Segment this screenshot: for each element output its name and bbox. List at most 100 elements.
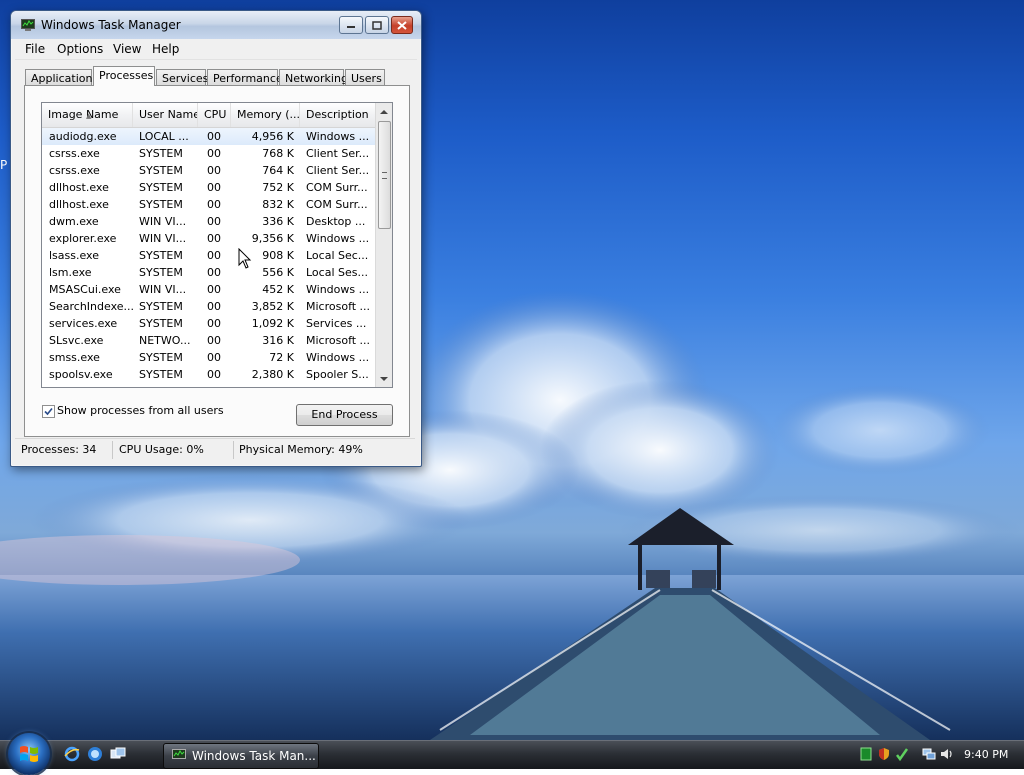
row-cpu: 00 xyxy=(207,147,221,160)
show-all-users-label[interactable]: Show processes from all users xyxy=(57,404,224,417)
menu-help[interactable]: Help xyxy=(152,42,179,56)
end-process-button[interactable]: End Process xyxy=(296,404,393,426)
menu-bar: File Options View Help xyxy=(15,39,417,60)
tab-networking[interactable]: Networking xyxy=(279,69,348,85)
table-row[interactable]: dwm.exe WIN VI... 00 336 K Desktop ... xyxy=(42,213,375,230)
network-activity-icon[interactable] xyxy=(859,747,873,761)
process-list[interactable]: ▲ Image Name User Name CPU Memory (... D… xyxy=(41,102,393,388)
row-image-name: dwm.exe xyxy=(49,215,99,228)
status-physical-memory: Physical Memory: 49% xyxy=(239,443,363,456)
row-description: Client Ser... xyxy=(306,147,370,160)
row-user-name: SYSTEM xyxy=(139,351,183,364)
taskbar: Windows Task Man... 9:40 PM xyxy=(0,733,1024,775)
column-description[interactable]: Description xyxy=(300,103,375,127)
row-user-name: SYSTEM xyxy=(139,164,183,177)
taskbar-clock[interactable]: 9:40 PM xyxy=(964,748,1008,761)
tab-services[interactable]: Services xyxy=(156,69,208,85)
column-cpu[interactable]: CPU xyxy=(198,103,231,127)
window-title: Windows Task Manager xyxy=(41,18,181,32)
row-description: Windows ... xyxy=(306,283,370,296)
scroll-thumb[interactable] xyxy=(378,121,391,229)
sort-ascending-icon: ▲ xyxy=(86,112,92,120)
tab-applications[interactable]: Applications xyxy=(25,69,98,85)
table-row[interactable]: explorer.exe WIN VI... 00 9,356 K Windows ..… xyxy=(42,230,375,247)
row-memory: 72 K xyxy=(269,351,294,364)
table-row[interactable]: MSASCui.exe WIN VI... 00 452 K Windows ... xyxy=(42,281,375,298)
row-cpu: 00 xyxy=(207,334,221,347)
row-memory: 764 K xyxy=(262,164,294,177)
status-process-count: Processes: 34 xyxy=(21,443,97,456)
scroll-up-button[interactable] xyxy=(376,103,392,119)
menu-options[interactable]: Options xyxy=(57,42,103,56)
row-description: COM Surr... xyxy=(306,181,368,194)
row-description: COM Surr... xyxy=(306,198,368,211)
taskbar-button-task-manager[interactable]: Windows Task Man... xyxy=(163,743,319,769)
table-row[interactable]: smss.exe SYSTEM 00 72 K Windows ... xyxy=(42,349,375,366)
table-row[interactable]: csrss.exe SYSTEM 00 768 K Client Ser... xyxy=(42,145,375,162)
table-row[interactable]: SearchIndexe... SYSTEM 00 3,852 K Microsoft … xyxy=(42,298,375,315)
switch-windows-icon[interactable] xyxy=(110,746,126,762)
title-bar[interactable]: Windows Task Manager xyxy=(11,11,421,39)
row-memory: 3,852 K xyxy=(251,300,294,313)
status-bar: Processes: 34 CPU Usage: 0% Physical Mem… xyxy=(15,438,415,461)
system-tray: 9:40 PM xyxy=(852,741,1024,769)
row-user-name: SYSTEM xyxy=(139,198,183,211)
desktop-icon-label-partial[interactable]: P xyxy=(0,158,7,172)
processes-panel: ▲ Image Name User Name CPU Memory (... D… xyxy=(24,85,410,437)
row-cpu: 00 xyxy=(207,232,221,245)
tab-users[interactable]: Users xyxy=(345,69,385,85)
row-memory: 768 K xyxy=(262,147,294,160)
minimize-button[interactable] xyxy=(339,16,363,34)
row-image-name: SearchIndexe... xyxy=(49,300,133,313)
table-row[interactable]: dllhost.exe SYSTEM 00 832 K COM Surr... xyxy=(42,196,375,213)
maximize-button[interactable] xyxy=(365,16,389,34)
row-image-name: dllhost.exe xyxy=(49,198,109,211)
row-description: Windows ... xyxy=(306,130,370,143)
security-shield-icon[interactable] xyxy=(877,747,891,761)
row-cpu: 00 xyxy=(207,130,221,143)
row-description: Local Sec... xyxy=(306,249,369,262)
row-memory: 336 K xyxy=(262,215,294,228)
task-manager-icon xyxy=(172,749,186,759)
column-memory[interactable]: Memory (... xyxy=(231,103,300,127)
close-button[interactable] xyxy=(391,16,413,34)
table-row[interactable]: SLsvc.exe NETWO... 00 316 K Microsoft ... xyxy=(42,332,375,349)
row-image-name: csrss.exe xyxy=(49,164,100,177)
volume-icon[interactable] xyxy=(940,747,954,761)
scroll-down-button[interactable] xyxy=(376,371,392,387)
row-user-name: SYSTEM xyxy=(139,266,183,279)
menu-view[interactable]: View xyxy=(113,42,141,56)
row-description: Desktop ... xyxy=(306,215,366,228)
tab-processes[interactable]: Processes xyxy=(93,66,155,86)
show-all-users-checkbox[interactable] xyxy=(42,405,55,418)
row-image-name: audiodg.exe xyxy=(49,130,117,143)
windows-explorer-icon[interactable] xyxy=(87,746,103,762)
row-cpu: 00 xyxy=(207,368,221,381)
table-row[interactable]: lsm.exe SYSTEM 00 556 K Local Ses... xyxy=(42,264,375,281)
row-user-name: SYSTEM xyxy=(139,147,183,160)
row-user-name: LOCAL ... xyxy=(139,130,189,143)
close-icon xyxy=(397,20,407,30)
row-cpu: 00 xyxy=(207,283,221,296)
table-row[interactable]: lsass.exe SYSTEM 00 908 K Local Sec... xyxy=(42,247,375,264)
row-image-name: explorer.exe xyxy=(49,232,117,245)
menu-file[interactable]: File xyxy=(25,42,45,56)
column-image-name[interactable]: ▲ Image Name xyxy=(42,103,133,127)
defender-icon[interactable] xyxy=(895,747,909,761)
column-user-name[interactable]: User Name xyxy=(133,103,198,127)
internet-explorer-icon[interactable] xyxy=(64,746,80,762)
mouse-cursor-icon xyxy=(238,248,252,269)
row-cpu: 00 xyxy=(207,164,221,177)
table-row[interactable]: csrss.exe SYSTEM 00 764 K Client Ser... xyxy=(42,162,375,179)
table-row[interactable]: audiodg.exe LOCAL ... 00 4,956 K Windows ... xyxy=(42,128,375,145)
network-connection-icon[interactable] xyxy=(922,747,936,761)
row-user-name: SYSTEM xyxy=(139,249,183,262)
row-user-name: SYSTEM xyxy=(139,300,183,313)
start-button[interactable] xyxy=(8,733,50,775)
table-row[interactable]: services.exe SYSTEM 00 1,092 K Services ... xyxy=(42,315,375,332)
row-description: Services ... xyxy=(306,317,367,330)
table-row[interactable]: dllhost.exe SYSTEM 00 752 K COM Surr... xyxy=(42,179,375,196)
table-row[interactable]: spoolsv.exe SYSTEM 00 2,380 K Spooler S... xyxy=(42,366,375,383)
tab-performance[interactable]: Performance xyxy=(207,69,283,85)
vertical-scrollbar[interactable] xyxy=(375,103,392,387)
